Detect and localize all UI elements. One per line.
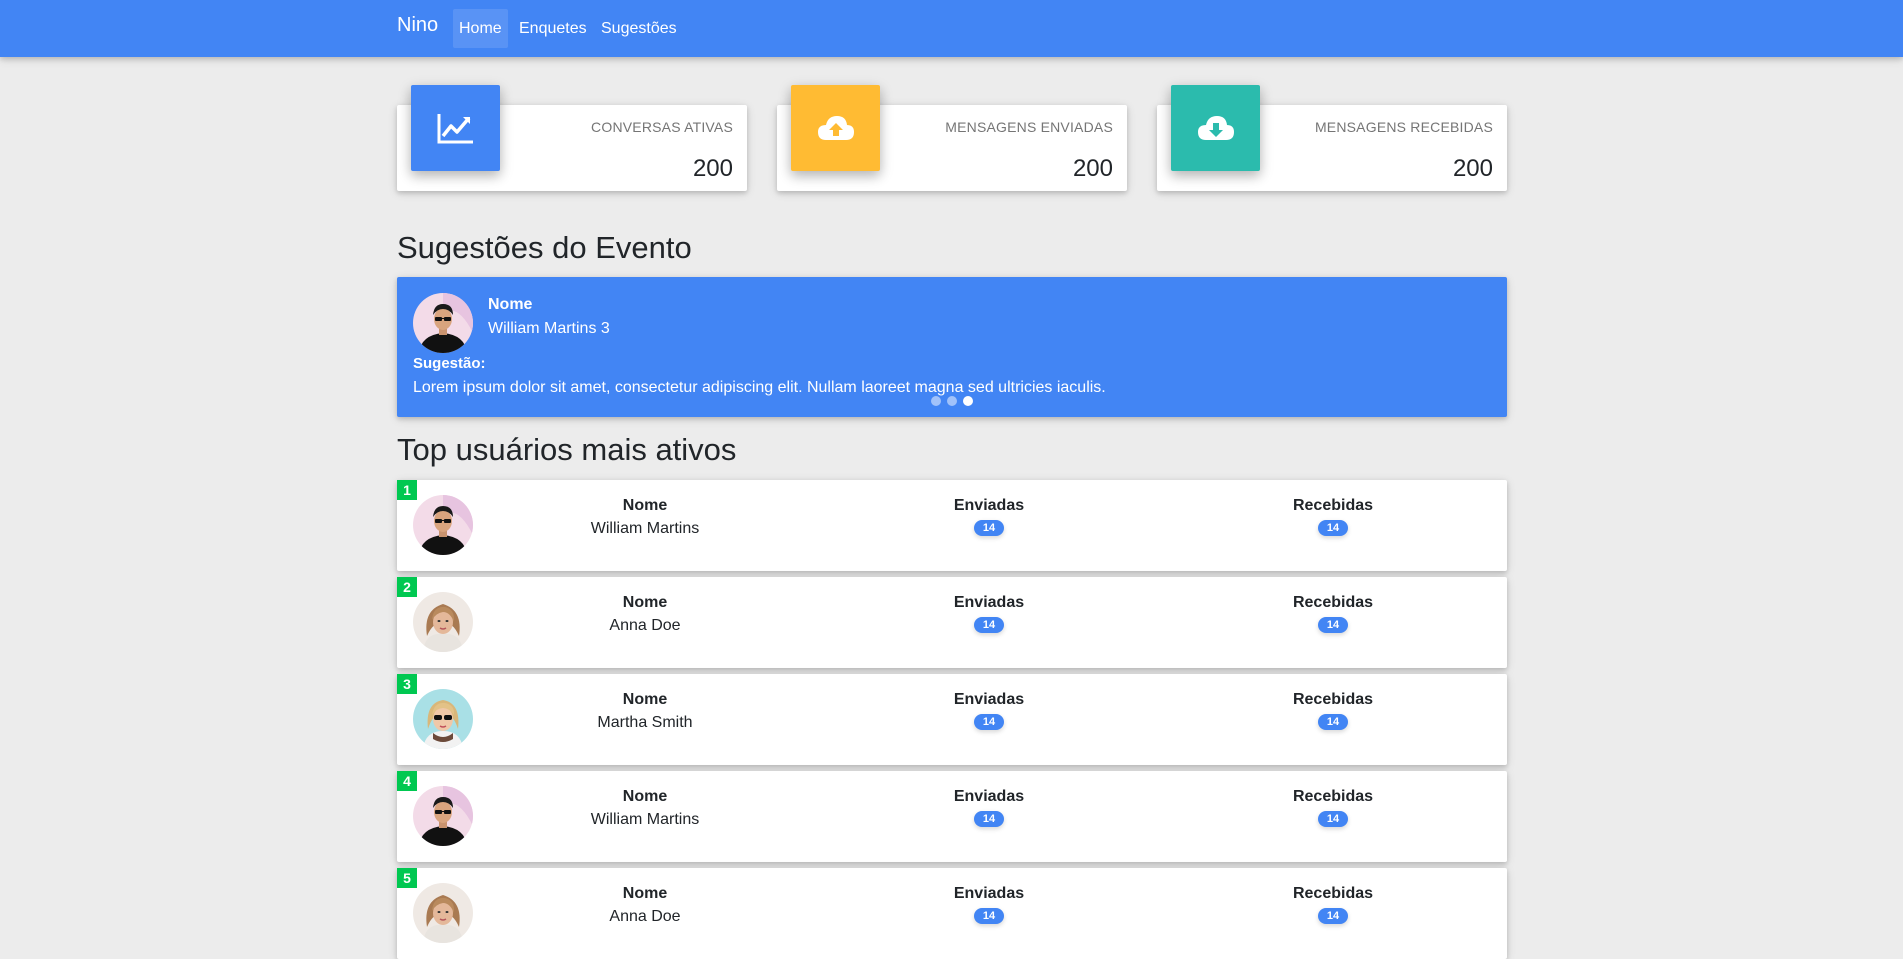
stat-label: MENSAGENS RECEBIDAS [1314, 119, 1493, 135]
received-column: Recebidas 14 [1183, 788, 1483, 827]
name-header: Nome [622, 497, 668, 514]
user-name: Anna Doe [609, 908, 681, 925]
sent-count-badge: 14 [973, 520, 1005, 536]
received-count-badge: 14 [1317, 908, 1349, 924]
received-column: Recebidas 14 [1183, 497, 1483, 536]
received-header: Recebidas [1292, 885, 1374, 902]
name-header: Nome [622, 594, 668, 611]
navbar-brand[interactable]: Nino [397, 14, 438, 37]
suggestion-label: Sugestão: [413, 355, 486, 372]
name-label: Nome [488, 296, 533, 313]
sent-count-badge: 14 [973, 617, 1005, 633]
suggestions-carousel[interactable]: Nome William Martins 3 Sugestão: Lorem i… [397, 277, 1507, 417]
sent-count-badge: 14 [973, 714, 1005, 730]
received-count-badge: 14 [1317, 520, 1349, 536]
sent-column: Enviadas 14 [839, 885, 1139, 924]
avatar [413, 689, 473, 749]
sent-header: Enviadas [953, 497, 1025, 514]
received-count-badge: 14 [1317, 617, 1349, 633]
name-column: Nome William Martins [495, 788, 795, 829]
sent-header: Enviadas [953, 594, 1025, 611]
received-column: Recebidas 14 [1183, 691, 1483, 730]
stat-value: 200 [692, 155, 733, 182]
user-name: Martha Smith [597, 714, 693, 731]
name-column: Nome Anna Doe [495, 594, 795, 635]
received-header: Recebidas [1292, 497, 1374, 514]
top-users-title: Top usuários mais ativos [397, 432, 737, 467]
user-name: William Martins [590, 811, 700, 828]
list-item: 1 Nome William Martins Enviadas 14 Receb… [397, 480, 1507, 571]
name-header: Nome [622, 691, 668, 708]
name-header: Nome [622, 885, 668, 902]
suggestion-text: Lorem ipsum dolor sit amet, consectetur … [413, 379, 1106, 396]
received-column: Recebidas 14 [1183, 885, 1483, 924]
sent-column: Enviadas 14 [839, 497, 1139, 536]
stat-label: MENSAGENS ENVIADAS [945, 119, 1113, 135]
user-name: William Martins [590, 520, 700, 537]
stat-label: CONVERSAS ATIVAS [591, 119, 733, 135]
rank-badge: 2 [397, 577, 417, 597]
rank-badge: 4 [397, 771, 417, 791]
received-count-badge: 14 [1317, 714, 1349, 730]
list-item: 4 Nome William Martins Enviadas 14 Receb… [397, 771, 1507, 862]
rank-badge: 3 [397, 674, 417, 694]
avatar [413, 786, 473, 846]
name-header: Nome [622, 788, 668, 805]
suggestions-title: Sugestões do Evento [397, 230, 692, 265]
nav-item-enquetes[interactable]: Enquetes [513, 9, 593, 48]
name-column: Nome Anna Doe [495, 885, 795, 926]
sent-header: Enviadas [953, 788, 1025, 805]
carousel-dot-1[interactable] [931, 396, 941, 406]
list-item: 2 Nome Anna Doe Enviadas 14 Recebidas 14 [397, 577, 1507, 668]
sent-column: Enviadas 14 [839, 788, 1139, 827]
carousel-indicators [931, 396, 973, 406]
avatar [413, 592, 473, 652]
cloud-upload-icon [791, 85, 880, 171]
received-header: Recebidas [1292, 691, 1374, 708]
sent-count-badge: 14 [973, 908, 1005, 924]
rank-badge: 1 [397, 480, 417, 500]
stat-card-enviadas: MENSAGENS ENVIADAS 200 [777, 85, 1127, 191]
sent-header: Enviadas [953, 691, 1025, 708]
carousel-dot-2[interactable] [947, 396, 957, 406]
nav-item-home[interactable]: Home [453, 9, 508, 48]
avatar [413, 495, 473, 555]
stat-card-recebidas: MENSAGENS RECEBIDAS 200 [1157, 85, 1507, 191]
sent-column: Enviadas 14 [839, 594, 1139, 633]
chart-line-icon [411, 85, 500, 171]
sent-count-badge: 14 [973, 811, 1005, 827]
nav-item-sugestoes[interactable]: Sugestões [595, 9, 683, 48]
rank-badge: 5 [397, 868, 417, 888]
stat-value: 200 [1452, 155, 1493, 182]
received-header: Recebidas [1292, 594, 1374, 611]
name-column: Nome William Martins [495, 497, 795, 538]
stat-value: 200 [1072, 155, 1113, 182]
received-header: Recebidas [1292, 788, 1374, 805]
list-item: 5 Nome Anna Doe Enviadas 14 Recebidas 14 [397, 868, 1507, 959]
stat-card-conversas: CONVERSAS ATIVAS 200 [397, 85, 747, 191]
suggestion-author: William Martins 3 [488, 320, 610, 337]
user-name: Anna Doe [609, 617, 681, 634]
list-item: 3 Nome Martha Smith Enviadas 14 Recebida… [397, 674, 1507, 765]
navbar: Nino Home Enquetes Sugestões [0, 0, 1903, 57]
avatar [413, 293, 473, 353]
received-column: Recebidas 14 [1183, 594, 1483, 633]
sent-header: Enviadas [953, 885, 1025, 902]
avatar [413, 883, 473, 943]
name-column: Nome Martha Smith [495, 691, 795, 732]
received-count-badge: 14 [1317, 811, 1349, 827]
carousel-dot-3[interactable] [963, 396, 973, 406]
sent-column: Enviadas 14 [839, 691, 1139, 730]
cloud-download-icon [1171, 85, 1260, 171]
